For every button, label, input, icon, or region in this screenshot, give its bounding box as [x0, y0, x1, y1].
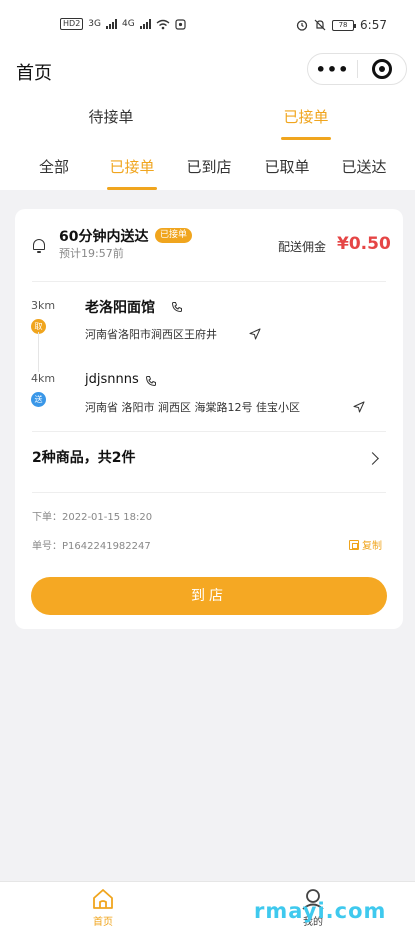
- target-icon: [371, 59, 392, 79]
- tab-pending[interactable]: 待接单: [46, 106, 176, 127]
- copy-button[interactable]: 复制: [349, 537, 382, 552]
- status-bar: HD2 3G 4G 78 6:57: [0, 0, 415, 50]
- subtab-arrived-label: 已到店: [186, 158, 232, 176]
- copy-icon: [349, 539, 359, 550]
- dropoff-pin-icon: 送: [31, 392, 46, 407]
- more-menu-button[interactable]: •••: [308, 60, 357, 79]
- customer-navigate-icon[interactable]: [353, 401, 365, 413]
- subtab-picked[interactable]: 已取单: [248, 156, 326, 177]
- copy-label: 复制: [362, 541, 382, 552]
- hd-indicator: HD2: [60, 18, 84, 30]
- subtab-arrived[interactable]: 已到店: [170, 156, 248, 177]
- tabbar-home[interactable]: 首页: [73, 888, 133, 928]
- shop-address: 河南省洛阳市涧西区王府井: [85, 328, 217, 341]
- navigation-bar: 首页 •••: [0, 50, 415, 92]
- tab-accepted-label: 已接单: [283, 108, 329, 126]
- wifi-icon: [156, 19, 170, 29]
- estimated-time: 预计19:57前: [59, 247, 124, 260]
- mute-icon: [314, 19, 326, 31]
- hotspot-icon: [175, 18, 186, 30]
- signal-icon-2: [139, 19, 151, 29]
- customer-phone-icon[interactable]: [145, 375, 157, 387]
- phone-icon[interactable]: [171, 301, 183, 313]
- arrive-store-button[interactable]: 到店: [31, 577, 387, 615]
- dropoff-distance: 4km: [31, 372, 56, 385]
- customer-address: 河南省 洛阳市 涧西区 海棠路12号 佳宝小区: [85, 401, 300, 414]
- tab-underline: [281, 137, 331, 140]
- status-right: 78 6:57: [296, 18, 387, 32]
- subtab-underline: [107, 187, 157, 190]
- subtab-all-label: 全部: [38, 158, 69, 176]
- home-icon: [93, 889, 113, 909]
- status-left: HD2 3G 4G: [60, 18, 186, 30]
- tab-accepted[interactable]: 已接单: [241, 106, 371, 140]
- subtab-delivered[interactable]: 已送达: [325, 156, 403, 177]
- status-tabs: 待接单 已接单: [0, 92, 415, 142]
- alarm-icon: [296, 20, 308, 31]
- clock-time: 6:57: [360, 18, 387, 32]
- customer-name: jdjsnnns: [85, 372, 139, 387]
- network-3g-label: 3G: [88, 19, 101, 29]
- tab-pending-label: 待接单: [88, 108, 134, 126]
- close-miniprogram-button[interactable]: [358, 59, 406, 79]
- shop-name: 老洛阳面馆: [85, 300, 155, 316]
- battery-icon: 78: [332, 19, 357, 31]
- fee-amount: ¥0.50: [337, 234, 391, 254]
- signal-icon: [105, 19, 117, 29]
- order-card[interactable]: 60分钟内送达 已接单 预计19:57前 配送佣金 ¥0.50 3km 取 老洛…: [15, 209, 403, 629]
- subtab-accepted[interactable]: 已接单: [93, 156, 171, 190]
- order-number: 单号：P1642241982247: [32, 541, 151, 552]
- tabbar-home-label: 首页: [93, 917, 113, 928]
- subtab-delivered-label: 已送达: [341, 158, 387, 176]
- route-line: [38, 332, 39, 372]
- goods-summary[interactable]: 2种商品，共2件: [32, 447, 135, 467]
- network-4g-label: 4G: [121, 19, 135, 29]
- order-time: 下单：2022-01-15 18:20: [32, 512, 153, 523]
- divider-3: [32, 492, 386, 493]
- bell-icon: [33, 239, 45, 253]
- status-badge: 已接单: [155, 228, 193, 243]
- divider: [32, 281, 386, 282]
- delivery-deadline: 60分钟内送达: [59, 229, 149, 245]
- page-title: 首页: [16, 63, 52, 84]
- divider-2: [32, 431, 386, 432]
- watermark-text: rmayi.com: [254, 899, 387, 923]
- navigate-icon[interactable]: [249, 328, 261, 340]
- subtab-picked-label: 已取单: [264, 158, 310, 176]
- subtab-accepted-label: 已接单: [109, 158, 155, 176]
- filter-tabs: 全部 已接单 已到店 已取单 已送达: [0, 142, 415, 190]
- miniprogram-capsule: •••: [307, 53, 407, 85]
- pickup-distance: 3km: [31, 299, 56, 312]
- fee-label: 配送佣金: [278, 240, 327, 254]
- chevron-right-icon[interactable]: [366, 452, 379, 465]
- subtab-all[interactable]: 全部: [15, 156, 93, 177]
